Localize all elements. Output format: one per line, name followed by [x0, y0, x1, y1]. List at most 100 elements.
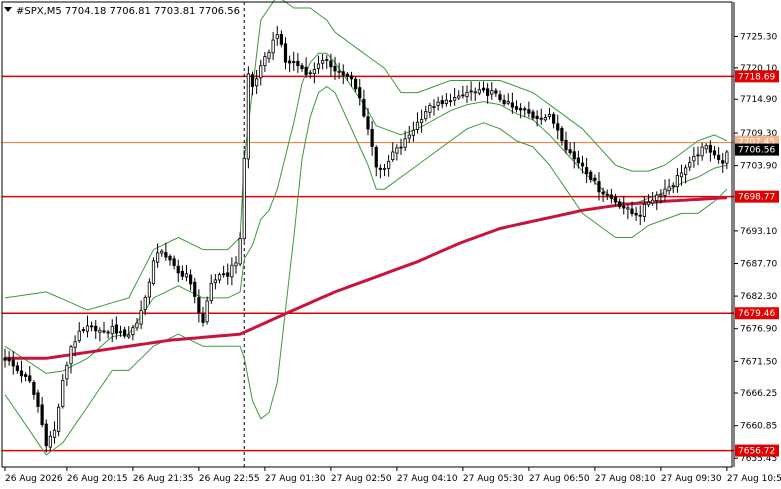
level-price-label-3: 7656.72 [735, 444, 779, 457]
candle [94, 320, 98, 339]
x-tick-label: 27 Aug 06:50 [529, 474, 590, 484]
candle [110, 319, 114, 343]
candle [102, 321, 106, 334]
collapse-triangle-icon[interactable] [4, 7, 12, 12]
candle [457, 90, 461, 100]
candle [477, 81, 481, 96]
candle [580, 155, 585, 174]
candle [440, 95, 444, 109]
y-tick-label: 7714.90 [740, 95, 777, 105]
candle [217, 272, 222, 284]
x-tick-label: 27 Aug 10:50 [727, 474, 781, 484]
candle [90, 321, 94, 332]
candle [226, 263, 230, 285]
candle [263, 52, 267, 72]
y-tick-label: 7693.10 [740, 227, 777, 237]
price-chart[interactable]: 7725.307720.107714.907709.307703.907693.… [0, 0, 781, 489]
candle [556, 114, 560, 140]
candle [391, 142, 395, 162]
y-tick-label: 7660.85 [740, 422, 777, 432]
y-tick-label: 7682.30 [740, 292, 777, 302]
candle [259, 59, 263, 86]
candle [279, 30, 283, 48]
candle [3, 348, 7, 368]
candle [354, 76, 358, 92]
candle [275, 25, 279, 46]
candle [506, 93, 510, 106]
candle [399, 138, 403, 155]
x-tick-label: 27 Aug 08:10 [595, 474, 656, 484]
candle [655, 191, 659, 211]
candle [358, 78, 362, 106]
y-tick-label: 7687.70 [740, 259, 777, 269]
level-price-label-1: 7698.77 [735, 190, 779, 203]
candle [490, 82, 494, 100]
candle [271, 31, 275, 61]
x-tick-label: 27 Aug 04:10 [397, 474, 458, 484]
price-axis[interactable]: 7725.307720.107714.907709.307703.907693.… [734, 32, 777, 464]
y-tick-label: 7676.90 [740, 325, 777, 335]
ohlc-readout: 7704.18 7706.81 7703.81 7706.56 [65, 6, 240, 17]
candle [57, 403, 61, 437]
candle [230, 257, 234, 286]
candle [519, 103, 523, 119]
candle [725, 150, 729, 170]
candle [209, 274, 213, 304]
bollinger-middle-band [4, 52, 728, 374]
candle [387, 155, 391, 177]
candle [424, 105, 428, 122]
level-price-label-2-text: 7679.46 [738, 309, 775, 319]
candle [411, 121, 415, 142]
candle [197, 289, 201, 323]
candle [502, 94, 506, 107]
candle [465, 85, 469, 104]
level-price-label-3-text: 7656.72 [738, 447, 775, 457]
bollinger-lower-band [4, 85, 728, 456]
candle [547, 107, 552, 120]
candle [28, 366, 32, 384]
bollinger-bands [4, 0, 728, 456]
candle [139, 300, 143, 330]
candle [618, 198, 622, 209]
candle [444, 93, 448, 107]
candle [61, 374, 65, 409]
candle [407, 125, 411, 143]
symbol-label: #SPX,M5 [16, 6, 62, 17]
bollinger-upper-band [4, 0, 728, 311]
candle [36, 389, 40, 413]
candle [432, 99, 436, 116]
candle [283, 37, 288, 70]
candle [552, 112, 556, 129]
candle [461, 85, 465, 99]
candle [123, 326, 127, 339]
candle [667, 178, 671, 195]
candle [420, 109, 424, 133]
candle [675, 168, 679, 193]
candle [250, 71, 255, 96]
candle [523, 106, 527, 117]
candle [473, 87, 477, 101]
level-price-label-0: 7718.69 [735, 70, 779, 83]
candle [32, 380, 36, 400]
candle [15, 361, 19, 374]
candle [708, 140, 712, 162]
moving-average [5, 196, 727, 360]
candle [65, 361, 69, 387]
candle [609, 188, 613, 204]
candle [481, 81, 486, 93]
time-axis[interactable]: 26 Aug 2026 26 Aug 20:15 26 Aug 21:35 26 Au… [4, 467, 781, 484]
candle [362, 89, 366, 118]
x-tick-label: 27 Aug 05:30 [463, 474, 524, 484]
candle [222, 265, 226, 278]
candle [704, 143, 708, 154]
level-price-label-2: 7679.46 [735, 307, 779, 320]
candle [98, 327, 102, 342]
candle [721, 152, 725, 173]
candle [184, 264, 189, 282]
chart-header: #SPX,M5 7704.18 7706.81 7703.81 7706.56 [4, 6, 240, 17]
candle [189, 269, 193, 291]
candle [11, 351, 15, 375]
candle [370, 120, 374, 156]
candle [634, 206, 638, 221]
candle [717, 147, 721, 164]
